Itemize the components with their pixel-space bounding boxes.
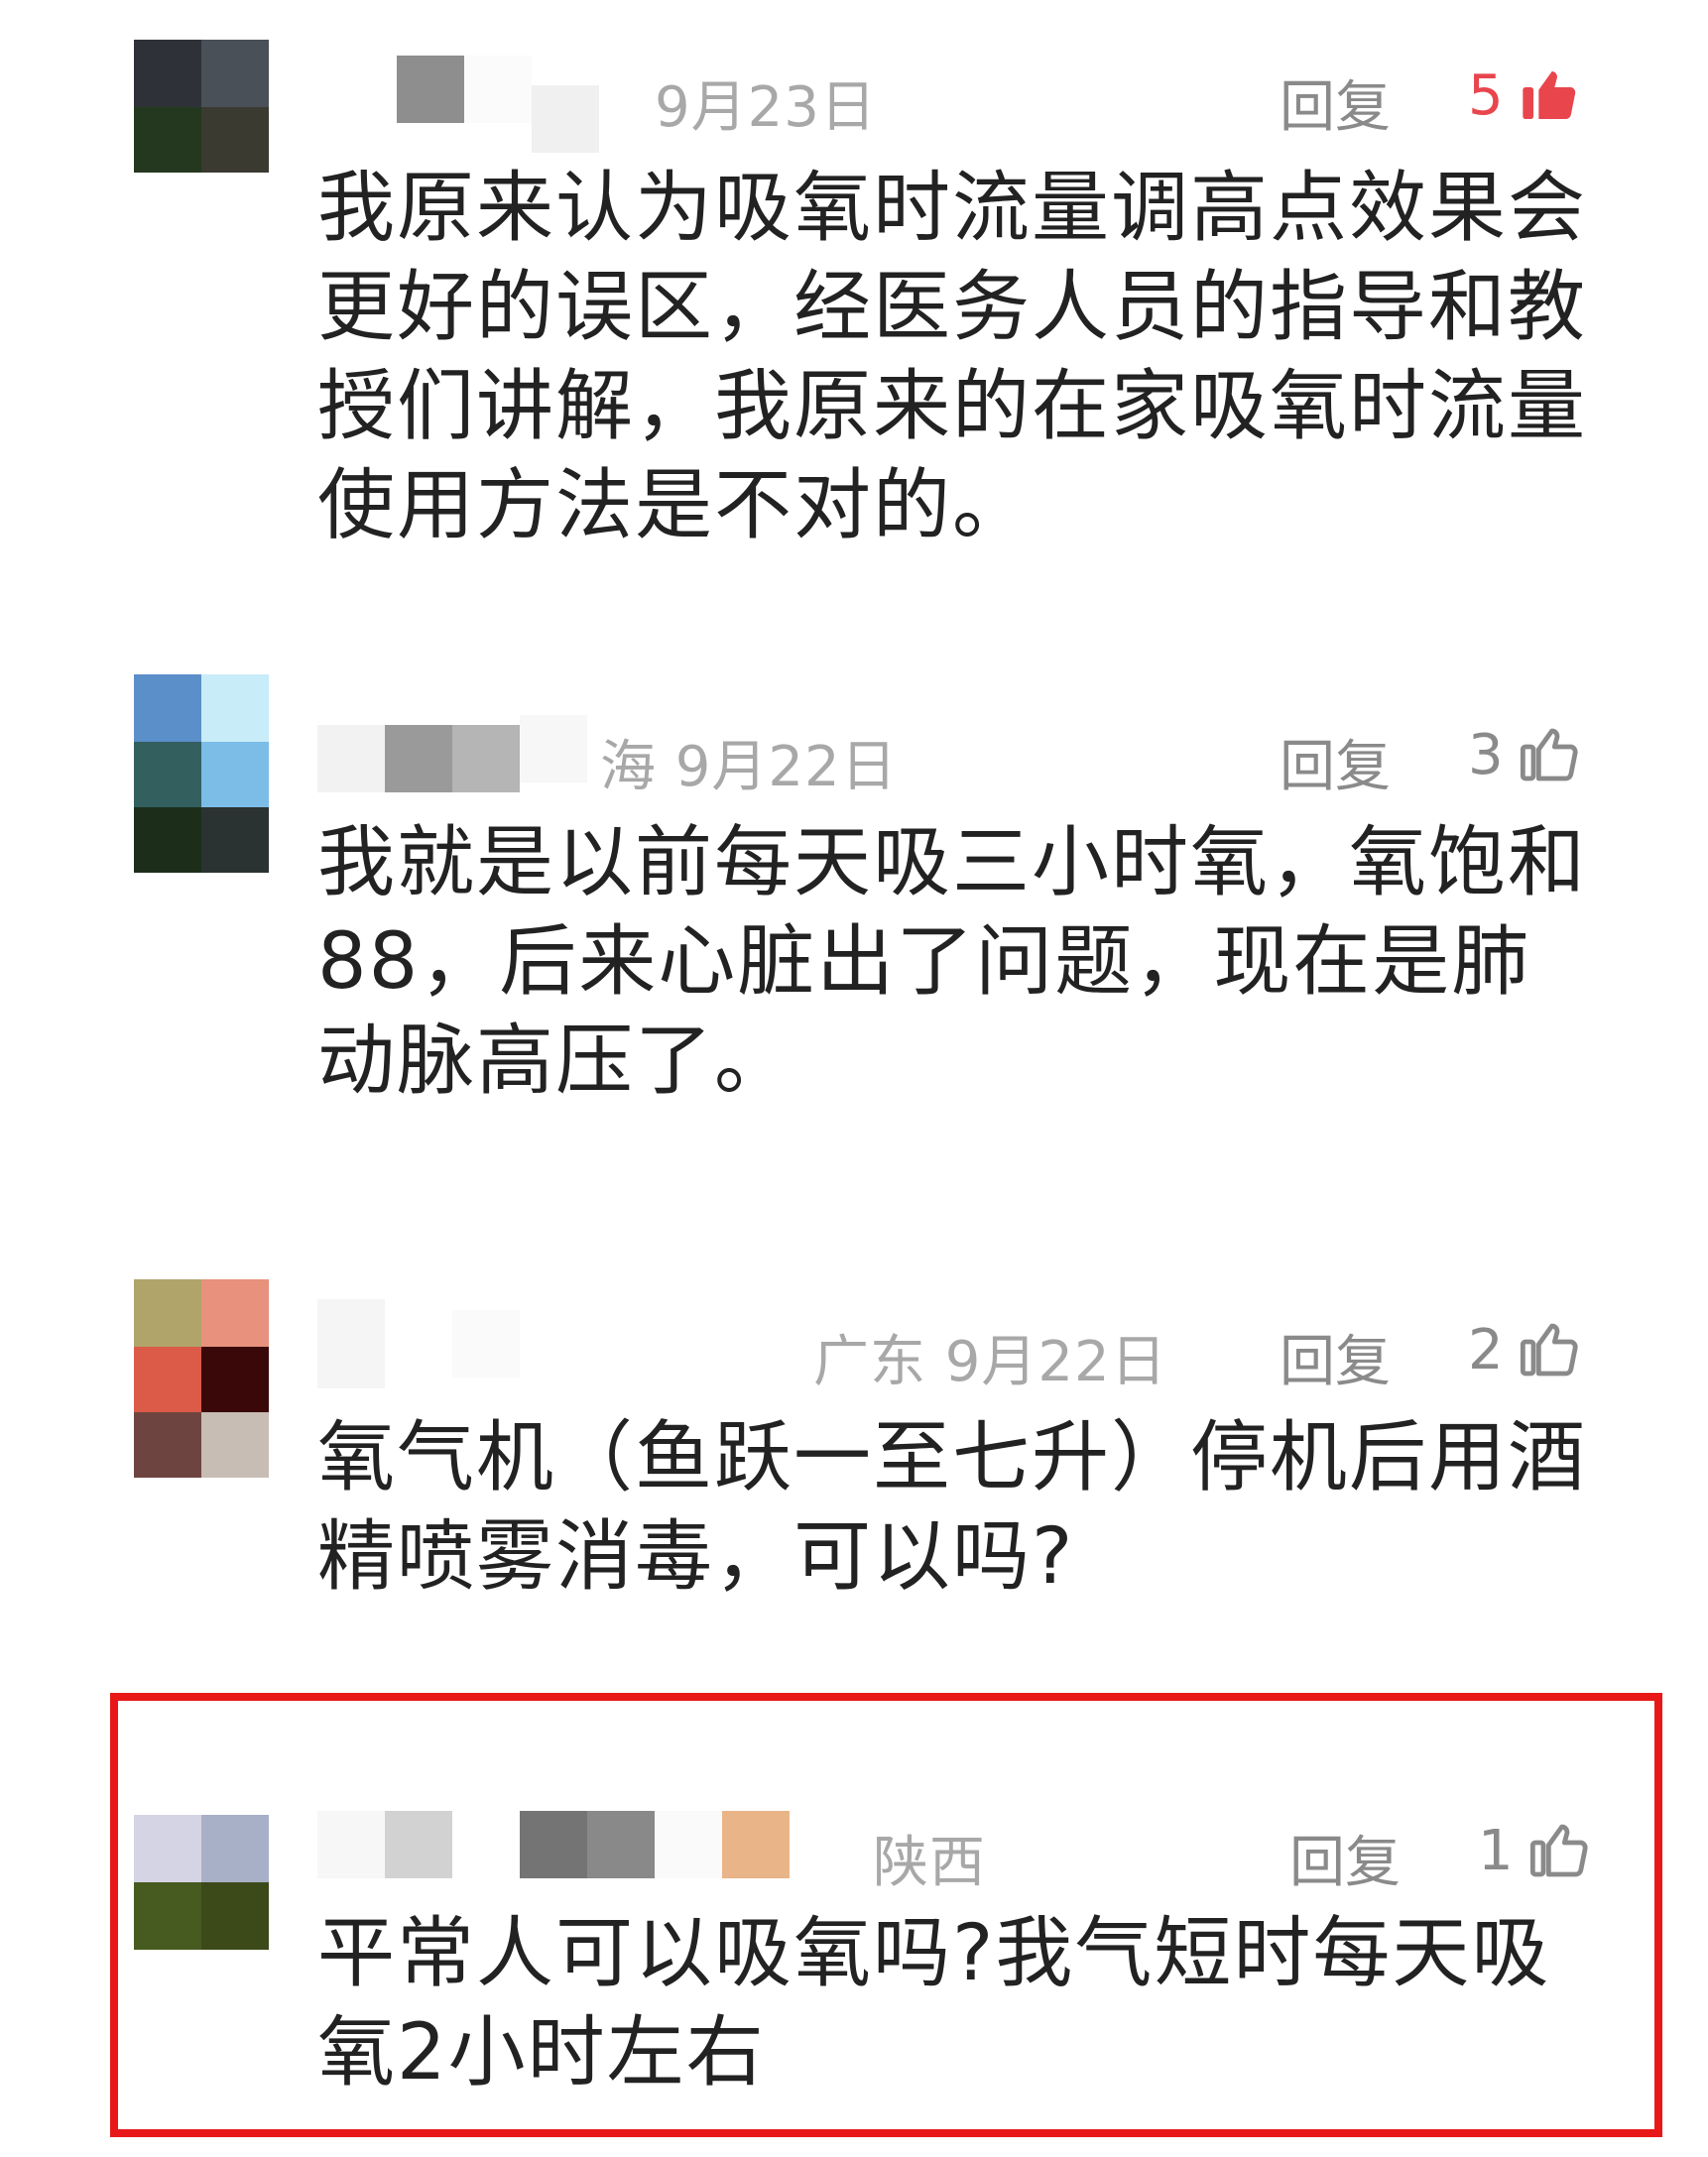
like-count: 5 (1468, 62, 1504, 128)
thumbs-up-outline-icon (1529, 1824, 1588, 1877)
like-count: 1 (1478, 1818, 1514, 1883)
like-button[interactable]: 5 (1468, 60, 1581, 130)
thumbs-up-outline-icon (1520, 1323, 1578, 1377)
comment-text: 我就是以前每天吸三小时氧，氧饱和88，后来心脏出了问题，现在是肺动脉高压了。 (317, 818, 1588, 1106)
username-obscured[interactable] (317, 55, 599, 153)
comment-text: 氧气机（鱼跃一至七升）停机后用酒精喷雾消毒，可以吗? (317, 1413, 1588, 1602)
comment-location-date: 广东 9月22日 (813, 1330, 1167, 1394)
comment-location-date: 海 9月22日 (600, 735, 898, 799)
thumbs-up-outline-icon (1520, 728, 1578, 781)
username-obscured[interactable] (317, 1810, 790, 1879)
username-obscured[interactable] (317, 714, 587, 792)
comment-location-date: 9月23日 (655, 75, 877, 140)
avatar[interactable] (134, 674, 269, 873)
comment-text: 我原来认为吸氧时流量调高点效果会更好的误区，经医务人员的指导和教授们讲解，我原来… (317, 164, 1588, 550)
avatar[interactable] (134, 40, 269, 238)
like-button[interactable]: 3 (1468, 720, 1581, 789)
reply-button[interactable]: 回复 (1280, 722, 1391, 802)
like-count: 3 (1468, 722, 1504, 787)
reply-button[interactable]: 回复 (1289, 1818, 1401, 1898)
username-obscured[interactable] (317, 1299, 520, 1388)
like-button[interactable]: 2 (1468, 1315, 1581, 1384)
avatar[interactable] (134, 1279, 269, 1478)
comment-meta: 海 9月22日 回复 3 (317, 714, 1607, 799)
like-count: 2 (1468, 1317, 1504, 1382)
reply-button[interactable]: 回复 (1280, 1317, 1391, 1397)
comment-meta: 9月23日 回复 5 (317, 55, 1607, 153)
comment-meta: 陕西 回复 1 (317, 1810, 1607, 1895)
thumbs-up-filled-icon (1522, 71, 1575, 119)
comment-meta: 广东 9月22日 回复 2 (317, 1299, 1607, 1394)
reply-button[interactable]: 回复 (1280, 62, 1391, 143)
avatar[interactable] (134, 1815, 269, 1950)
comment-text: 平常人可以吸氧吗?我气短时每天吸氧2小时左右 (317, 1909, 1551, 2097)
like-button[interactable]: 1 (1478, 1816, 1591, 1885)
comment-location-date: 陕西 (873, 1831, 986, 1895)
